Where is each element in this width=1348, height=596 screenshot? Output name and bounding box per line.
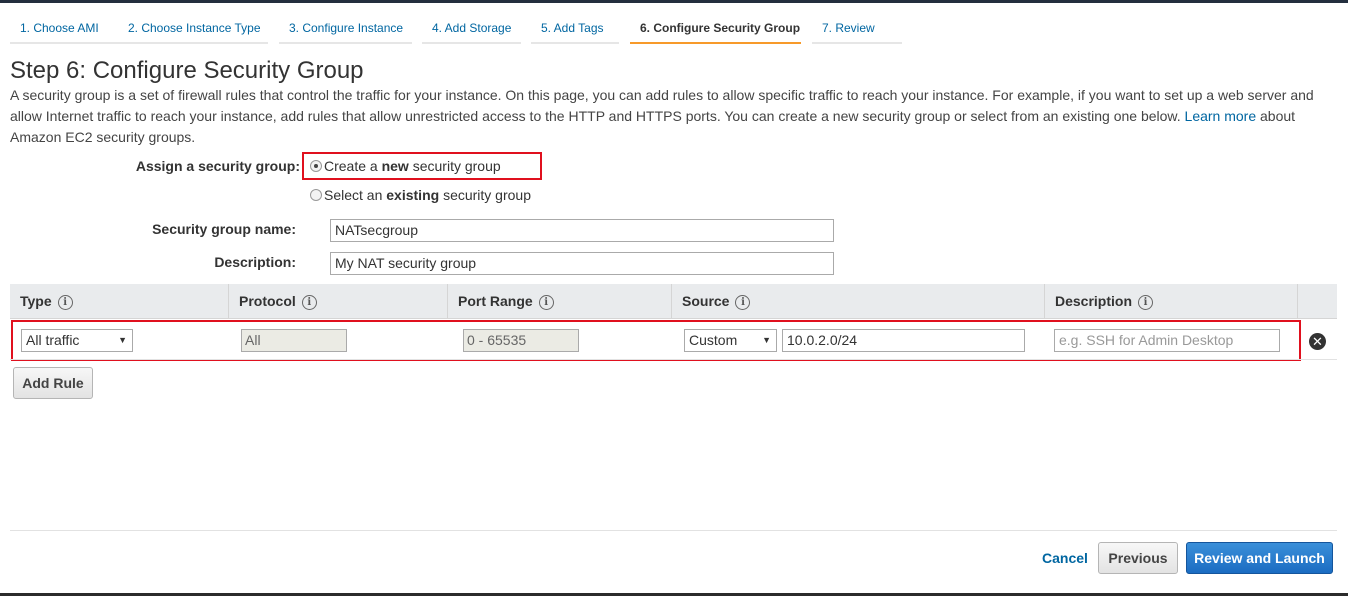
previous-button[interactable]: Previous [1098,542,1178,574]
info-icon[interactable]: i [57,294,73,310]
radio-button-unchecked[interactable] [310,189,322,201]
column-type: Type i [10,284,229,319]
radio-existing-prefix: Select an [324,187,383,203]
port-range-field: 0 - 65535 [463,329,579,352]
column-description: Description i [1045,284,1298,319]
info-icon[interactable]: i [538,294,554,310]
learn-more-link[interactable]: Learn more [1185,108,1257,124]
radio-button-checked[interactable] [310,160,322,172]
radio-new-bold: new [381,158,409,174]
security-group-name-input[interactable]: NATsecgroup [330,219,834,242]
tab-configure-security-group[interactable]: 6. Configure Security Group [630,14,801,44]
cancel-button[interactable]: Cancel [1042,550,1088,566]
column-protocol-label: Protocol [239,293,296,309]
add-rule-button[interactable]: Add Rule [13,367,93,399]
column-type-label: Type [20,293,52,309]
rule-description-input[interactable]: e.g. SSH for Admin Desktop [1054,329,1280,352]
radio-select-existing[interactable]: Select an existing security group [310,187,531,203]
info-icon[interactable]: i [1138,294,1154,310]
info-icon[interactable]: i [735,294,751,310]
column-source: Source i [672,284,1045,319]
tab-configure-instance[interactable]: 3. Configure Instance [279,14,412,44]
dropdown-arrow-icon: ▼ [118,335,127,345]
description-label: Description: [214,254,296,270]
column-source-label: Source [682,293,730,309]
column-description-label: Description [1055,293,1133,309]
top-border [0,0,1348,3]
row-divider [10,359,1337,360]
radio-existing-bold: existing [386,187,440,203]
rules-table-header: Type i Protocol i Port Range i Source i Desc… [10,284,1337,319]
tab-choose-ami[interactable]: 1. Choose AMI [10,14,118,44]
tab-choose-instance-type[interactable]: 2. Choose Instance Type [118,14,268,44]
radio-existing-suffix: security group [443,187,531,203]
source-type-value: Custom [689,332,738,348]
assign-security-group-label: Assign a security group: [135,158,300,174]
type-select-value: All traffic [26,332,80,348]
review-and-launch-button[interactable]: Review and Launch [1186,542,1333,574]
description-input[interactable]: My NAT security group [330,252,834,275]
tab-add-storage[interactable]: 4. Add Storage [422,14,521,44]
type-select[interactable]: All traffic ▼ [21,329,133,352]
info-icon[interactable]: i [301,294,317,310]
column-port-range-label: Port Range [458,293,533,309]
radio-new-prefix: Create a [324,158,378,174]
security-group-name-label: Security group name: [152,221,296,237]
dropdown-arrow-icon: ▼ [762,335,771,345]
remove-rule-close-icon[interactable]: ✕ [1309,333,1326,350]
protocol-field: All [241,329,347,352]
intro-paragraph: A security group is a set of firewall ru… [10,85,1335,148]
radio-new-suffix: security group [412,158,501,174]
tab-add-tags[interactable]: 5. Add Tags [531,14,619,44]
column-port-range: Port Range i [448,284,672,319]
source-type-select[interactable]: Custom ▼ [684,329,777,352]
tab-review[interactable]: 7. Review [812,14,902,44]
source-cidr-input[interactable]: 10.0.2.0/24 [782,329,1025,352]
page-title: Step 6: Configure Security Group [10,57,364,84]
radio-create-new[interactable]: Create a new security group [310,158,501,174]
footer-divider [10,530,1337,531]
intro-text: A security group is a set of firewall ru… [10,87,1314,124]
column-protocol: Protocol i [229,284,448,319]
